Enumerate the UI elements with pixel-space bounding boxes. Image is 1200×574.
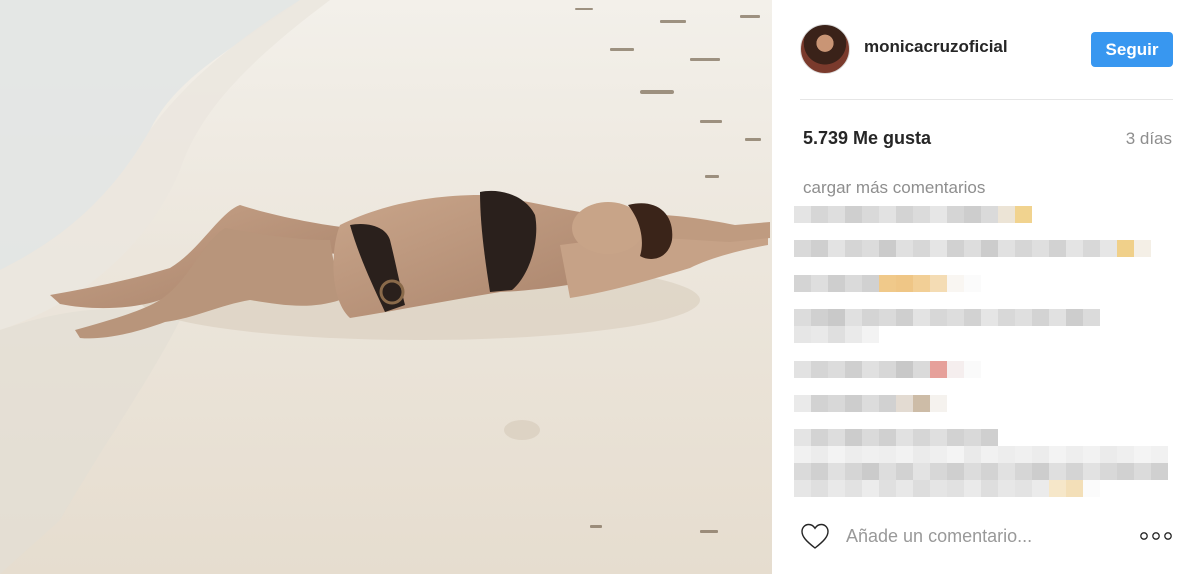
- post-side-panel: monicacruzoficial Seguir 5.739 Me gusta …: [772, 0, 1200, 574]
- post-timestamp[interactable]: 3 días: [1126, 129, 1172, 149]
- comment-row: [794, 395, 947, 412]
- comment-input[interactable]: [846, 525, 1139, 547]
- post-photo[interactable]: [0, 0, 772, 574]
- more-options-icon[interactable]: [1139, 531, 1173, 541]
- comment-row: [794, 309, 1100, 326]
- comment-row: [794, 275, 981, 292]
- beach-scene-illustration: [0, 0, 770, 574]
- comment-row: [794, 206, 1032, 223]
- comment-row: [794, 326, 879, 343]
- comment-row: [794, 361, 981, 378]
- comment-row: [794, 446, 1168, 463]
- comment-row: [794, 240, 1151, 257]
- username[interactable]: monicacruzoficial: [864, 37, 1008, 57]
- comment-row: [794, 429, 998, 446]
- follow-button[interactable]: Seguir: [1091, 32, 1173, 67]
- heart-icon[interactable]: [800, 522, 830, 550]
- avatar[interactable]: [800, 24, 850, 74]
- comment-row: [794, 480, 1100, 497]
- header-divider: [800, 99, 1173, 100]
- comment-row: [794, 463, 1168, 480]
- likes-count[interactable]: 5.739 Me gusta: [803, 128, 931, 149]
- comment-bar: [800, 518, 1173, 554]
- load-more-comments-link[interactable]: cargar más comentarios: [803, 178, 985, 198]
